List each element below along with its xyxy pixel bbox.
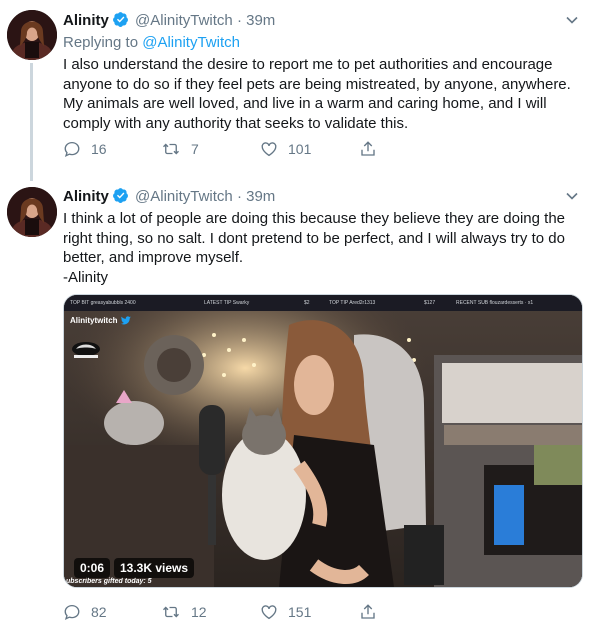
overlay-tip-amount: $2 [304, 300, 310, 306]
stream-overlay-bar: TOP BIT greasyabubbls 2400 LATEST TIP Sw… [64, 295, 582, 311]
like-button[interactable]: 101 [260, 140, 311, 158]
reply-button[interactable]: 82 [63, 603, 107, 621]
author-handle[interactable]: @AlinityTwitch [135, 188, 233, 205]
tweet-actions: 82 12 151 [63, 603, 393, 623]
tweet-timestamp[interactable]: 39m [246, 12, 275, 29]
share-icon [361, 604, 375, 619]
heart-icon [261, 605, 277, 620]
avatar[interactable] [7, 10, 57, 60]
verified-badge-icon [112, 187, 129, 208]
author-handle[interactable]: @AlinityTwitch [135, 12, 233, 29]
team-logo-icon [70, 341, 102, 359]
retweet-button[interactable]: 7 [161, 140, 199, 158]
tweet-text-content: I think a lot of people are doing this b… [63, 210, 566, 286]
video-thumbnail [64, 295, 582, 587]
avatar[interactable] [7, 187, 57, 237]
tweet-actions: 16 7 101 [63, 140, 393, 160]
reply-icon [64, 141, 80, 158]
stream-ticker: ubscribers gifted today: 5 [66, 578, 152, 585]
retweet-icon [163, 143, 179, 155]
video-views-badge: 13.3K views [114, 558, 195, 578]
chevron-down-icon[interactable] [565, 189, 579, 208]
tweet-1[interactable]: Alinity @AlinityTwitch · 39m Replying to… [0, 0, 589, 181]
overlay-top-bit: TOP BIT greasyabubbls 2400 [70, 300, 136, 306]
twitter-bird-icon [120, 316, 131, 325]
share-icon [361, 141, 375, 156]
tweet-text: I also understand the desire to report m… [63, 55, 578, 133]
overlay-top-tip: TOP TIP Ared2r1313 [329, 300, 376, 306]
thread-line [30, 63, 33, 181]
tweet-header: Alinity @AlinityTwitch · 39m [63, 11, 275, 32]
tweet-text: I think a lot of people are doing this b… [63, 209, 578, 287]
overlay-latest-tip: LATEST TIP Swarky [204, 300, 250, 306]
reply-count: 82 [91, 604, 107, 620]
replying-to: Replying to @AlinityTwitch [63, 34, 240, 51]
retweet-count: 7 [191, 141, 199, 157]
like-count: 101 [288, 141, 312, 157]
like-button[interactable]: 151 [260, 603, 311, 621]
video-player[interactable]: TOP BIT greasyabubbls 2400 LATEST TIP Sw… [63, 294, 583, 588]
separator-dot: · [236, 12, 242, 29]
author-name[interactable]: Alinity [63, 188, 109, 205]
tweet-text-content: I also understand the desire to report m… [63, 56, 575, 132]
heart-icon [261, 142, 277, 157]
replying-to-label: Replying to [63, 34, 139, 51]
reply-button[interactable]: 16 [63, 140, 107, 158]
share-button[interactable] [359, 140, 377, 158]
retweet-button[interactable]: 12 [161, 603, 207, 621]
chevron-down-icon[interactable] [565, 13, 579, 32]
share-button[interactable] [359, 603, 377, 621]
video-duration-badge: 0:06 [74, 558, 111, 578]
retweet-count: 12 [191, 604, 207, 620]
verified-badge-icon [112, 11, 129, 32]
replying-to-handle-link[interactable]: @AlinityTwitch [142, 34, 240, 51]
reply-count: 16 [91, 141, 107, 157]
tweet-header: Alinity @AlinityTwitch · 39m [63, 187, 275, 208]
like-count: 151 [288, 604, 312, 620]
tweet-timestamp[interactable]: 39m [246, 188, 275, 205]
overlay-top-tip-amount: $127 [424, 300, 436, 306]
retweet-icon [163, 606, 179, 618]
author-name[interactable]: Alinity [63, 12, 109, 29]
reply-icon [64, 604, 80, 621]
separator-dot: · [236, 188, 242, 205]
streamer-tag-text: Alinitytwitch [70, 316, 118, 325]
overlay-recent-sub: RECENT SUB flouzardesserts · x1 [456, 300, 534, 306]
streamer-tag: Alinitytwitch [70, 316, 131, 325]
